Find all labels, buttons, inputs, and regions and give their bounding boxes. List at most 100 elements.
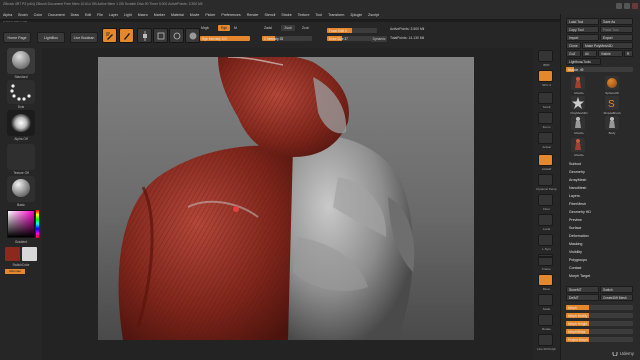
menu-item-transform[interactable]: Transform <box>328 13 344 17</box>
move-view-button[interactable] <box>538 274 553 286</box>
menu-item-file[interactable]: File <box>97 13 103 17</box>
delmt-button[interactable]: DelMT <box>566 294 599 301</box>
menu-item-preferences[interactable]: Preferences <box>221 13 240 17</box>
subpanel-fibermesh[interactable]: FiberMesh <box>569 202 586 206</box>
menu-item-edit[interactable]: Edit <box>85 13 91 17</box>
zcut-label[interactable]: Zcut <box>302 26 309 30</box>
maximize-button[interactable] <box>624 3 630 9</box>
main-color-swatch[interactable] <box>5 247 20 261</box>
subpanel-polygroups[interactable]: Polygroups <box>569 258 587 262</box>
dynamic-toggle[interactable]: Dynamic <box>371 36 387 42</box>
menu-item-draw[interactable]: Draw <box>71 13 79 17</box>
goz-button[interactable]: GoZ <box>566 50 581 57</box>
menu-item-brush[interactable]: Brush <box>18 13 27 17</box>
subpanel-deformation[interactable]: Deformation <box>569 234 589 238</box>
menu-item-zplugin[interactable]: Zplugin <box>350 13 362 17</box>
tool-thumb-muscle[interactable] <box>571 76 585 90</box>
rgb-toggle[interactable]: Rgb <box>218 25 230 31</box>
tool-name-slider[interactable]: Muscle. 49 <box>566 67 633 72</box>
subpanel-visibility[interactable]: Visibility <box>569 250 582 254</box>
menu-item-render[interactable]: Render <box>247 13 259 17</box>
menu-item-macro[interactable]: Macro <box>138 13 148 17</box>
live-boolean-button[interactable]: Live Boolean <box>70 32 98 43</box>
polyf-button[interactable] <box>538 334 553 346</box>
export-button[interactable]: Export <box>600 34 633 41</box>
actual-button[interactable] <box>538 132 553 144</box>
persp-button[interactable] <box>538 174 553 186</box>
menu-item-picker[interactable]: Picker <box>205 13 215 17</box>
rgb-intensity-slider[interactable]: Rgb Intensity 100 <box>200 36 250 41</box>
switch-color-button[interactable]: SwitchColor <box>0 263 42 267</box>
tool-thumb-muscle-2[interactable] <box>571 116 585 130</box>
copy-tool-button[interactable]: Copy Tool <box>566 26 599 33</box>
material-sphere-button[interactable] <box>185 28 200 43</box>
zsub-toggle[interactable]: Zsub <box>281 25 295 31</box>
clone-button[interactable]: Clone <box>566 42 581 49</box>
save-as-button[interactable]: Save As <box>600 18 633 25</box>
subpanel-morph-target[interactable]: Morph Target <box>569 274 590 278</box>
slider-morphstrips[interactable]: MorphStrips <box>566 329 633 334</box>
slider-project-morph[interactable]: Project Morph <box>566 337 633 342</box>
move-button[interactable] <box>137 28 152 43</box>
spix-button[interactable] <box>538 70 553 82</box>
lightbox-tools-button[interactable]: Lightbox▸Tools <box>566 58 601 65</box>
menu-item-alpha[interactable]: Alpha <box>3 13 12 17</box>
hue-strip[interactable] <box>36 210 39 238</box>
secondary-color-swatch[interactable] <box>22 247 37 261</box>
make-polymesh-button[interactable]: Make PolyMesh3D <box>582 42 633 49</box>
zoom-button[interactable] <box>538 112 553 124</box>
m-toggle[interactable]: M <box>234 26 237 30</box>
menu-item-color[interactable]: Color <box>34 13 43 17</box>
close-button[interactable] <box>632 3 638 9</box>
tool-thumb-polymesh3d[interactable] <box>571 96 585 110</box>
menu-item-movie[interactable]: Movie <box>190 13 200 17</box>
subpanel-geometry[interactable]: Geometry <box>569 170 585 174</box>
subpanel-preview[interactable]: Preview <box>569 218 582 222</box>
color-picker[interactable] <box>7 210 35 238</box>
aahalf-button[interactable] <box>538 154 553 166</box>
menu-item-zscript[interactable]: Zscript <box>368 13 379 17</box>
draw-size-slider[interactable]: Draw Size 37 <box>327 36 377 41</box>
texture-button[interactable] <box>7 144 35 170</box>
all-button[interactable]: All <box>582 50 597 57</box>
slider-morph-height[interactable]: Morph Height <box>566 321 633 326</box>
subpanel-layers[interactable]: Layers <box>569 194 580 198</box>
lightbox-button[interactable]: LightBox <box>37 32 65 43</box>
tool-thumb-body[interactable] <box>605 116 619 130</box>
load-tool-button[interactable]: Load Tool <box>566 18 599 25</box>
menu-item-stencil[interactable]: Stencil <box>265 13 276 17</box>
local-button[interactable] <box>538 214 553 226</box>
material-button[interactable] <box>7 176 35 202</box>
mrgb-label[interactable]: Mrgb <box>201 26 209 30</box>
zadd-label[interactable]: Zadd <box>264 26 272 30</box>
brush-button[interactable] <box>7 48 35 74</box>
rotate-view-button[interactable] <box>538 314 553 326</box>
visible-button[interactable]: Visible <box>598 50 623 57</box>
paste-tool-button[interactable]: Paste Tool <box>600 26 633 33</box>
document-viewport[interactable] <box>98 57 474 340</box>
home-page-button[interactable]: Home Page <box>3 32 31 43</box>
menu-item-light[interactable]: Light <box>124 13 132 17</box>
menu-item-material[interactable]: Material <box>171 13 184 17</box>
menu-item-document[interactable]: Document <box>48 13 64 17</box>
slider-morph[interactable]: Morph <box>566 305 633 310</box>
subpanel-nanomesh[interactable]: NanoMesh <box>569 186 586 190</box>
edit-button[interactable] <box>102 28 117 43</box>
menu-item-marker[interactable]: Marker <box>154 13 165 17</box>
storemt-button[interactable]: StoreMT <box>566 286 599 293</box>
menu-item-texture[interactable]: Texture <box>298 13 310 17</box>
minimize-button[interactable] <box>616 3 622 9</box>
subpanel-surface[interactable]: Surface <box>569 226 581 230</box>
tool-thumb-muscle-3[interactable] <box>571 138 585 152</box>
switch-button[interactable]: Switch <box>600 286 633 293</box>
lsym-button[interactable] <box>538 234 553 246</box>
subpanel-subtool[interactable]: Subtool <box>569 162 581 166</box>
create-diff-mesh-button[interactable]: CreateDiff Mesh <box>600 294 633 301</box>
floor-button[interactable] <box>538 194 553 206</box>
subpanel-contact[interactable]: Contact <box>569 266 581 270</box>
slider-morph-modify[interactable]: Morph Modify <box>566 313 633 318</box>
rotate-button[interactable] <box>169 28 184 43</box>
menu-item-stroke[interactable]: Stroke <box>281 13 291 17</box>
subpanel-geometry-hd[interactable]: Geometry HD <box>569 210 591 214</box>
tool-thumb-sphere3d[interactable] <box>605 76 619 90</box>
